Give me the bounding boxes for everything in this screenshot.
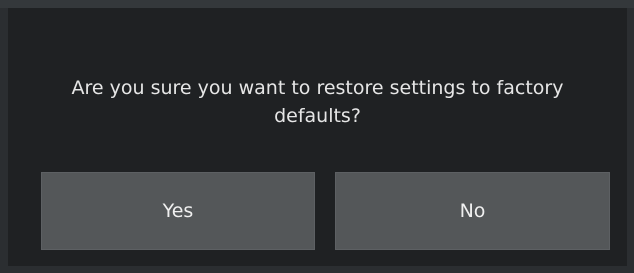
- no-button-label: No: [459, 200, 486, 222]
- dialog-message: Are you sure you want to restore setting…: [71, 77, 564, 127]
- yes-button-label: Yes: [162, 200, 194, 222]
- screen: Are you sure you want to restore setting…: [0, 0, 634, 273]
- no-button[interactable]: No: [335, 172, 610, 250]
- confirm-dialog: Are you sure you want to restore setting…: [8, 8, 627, 266]
- top-bar: [0, 0, 634, 8]
- yes-button[interactable]: Yes: [41, 172, 315, 250]
